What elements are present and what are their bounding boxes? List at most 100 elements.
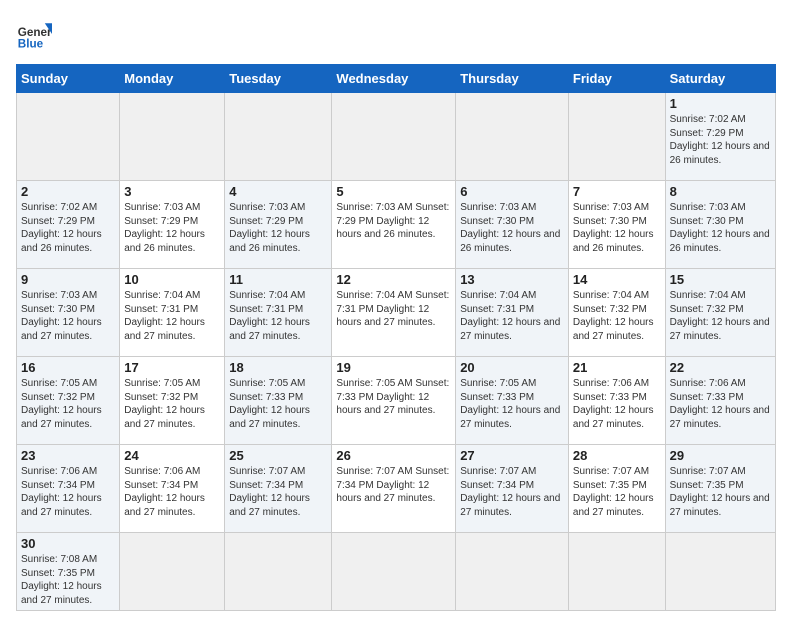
calendar-cell: 2Sunrise: 7:02 AM Sunset: 7:29 PM Daylig…	[17, 181, 120, 269]
day-info: Sunrise: 7:03 AM Sunset: 7:29 PM Dayligh…	[124, 201, 220, 255]
calendar-cell	[456, 93, 569, 181]
day-info: Sunrise: 7:05 AM Sunset: 7:33 PM Dayligh…	[229, 377, 327, 431]
day-info: Sunrise: 7:07 AM Sunset: 7:35 PM Dayligh…	[573, 465, 661, 519]
calendar-cell: 28 Sunrise: 7:07 AM Sunset: 7:35 PM Dayli…	[568, 445, 665, 533]
logo-icon: General Blue	[16, 16, 52, 52]
day-number: 1	[670, 96, 771, 111]
day-info: Sunrise: 7:04 AM Sunset: 7:31 PM Dayligh…	[336, 289, 451, 330]
calendar-cell: 26 Sunrise: 7:07 AM Sunset: 7:34 PM Dayli…	[332, 445, 456, 533]
column-header-saturday: Saturday	[665, 65, 775, 93]
day-info: Sunrise: 7:07 AM Sunset: 7:34 PM Dayligh…	[460, 465, 564, 519]
day-number: 12	[336, 272, 451, 287]
svg-text:Blue: Blue	[18, 38, 44, 51]
day-number: 25	[229, 448, 327, 463]
calendar-cell: 27 Sunrise: 7:07 AM Sunset: 7:34 PM Dayli…	[456, 445, 569, 533]
column-header-tuesday: Tuesday	[225, 65, 332, 93]
calendar-cell: 9 Sunrise: 7:03 AM Sunset: 7:30 PM Daylig…	[17, 269, 120, 357]
day-info: Sunrise: 7:02 AM Sunset: 7:29 PM Dayligh…	[670, 113, 771, 167]
calendar-cell: 14 Sunrise: 7:04 AM Sunset: 7:32 PM Dayli…	[568, 269, 665, 357]
calendar-cell: 25 Sunrise: 7:07 AM Sunset: 7:34 PM Dayli…	[225, 445, 332, 533]
calendar-cell	[225, 93, 332, 181]
calendar-cell: 13 Sunrise: 7:04 AM Sunset: 7:31 PM Dayli…	[456, 269, 569, 357]
calendar-cell: 16 Sunrise: 7:05 AM Sunset: 7:32 PM Dayli…	[17, 357, 120, 445]
calendar-cell	[568, 93, 665, 181]
day-number: 17	[124, 360, 220, 375]
calendar-cell	[120, 93, 225, 181]
day-info: Sunrise: 7:03 AM Sunset: 7:30 PM Dayligh…	[21, 289, 115, 343]
day-number: 10	[124, 272, 220, 287]
calendar-cell: 7Sunrise: 7:03 AM Sunset: 7:30 PM Daylig…	[568, 181, 665, 269]
day-number: 27	[460, 448, 564, 463]
day-info: Sunrise: 7:02 AM Sunset: 7:29 PM Dayligh…	[21, 201, 115, 255]
day-info: Sunrise: 7:06 AM Sunset: 7:34 PM Dayligh…	[124, 465, 220, 519]
day-number: 13	[460, 272, 564, 287]
calendar-cell: 19 Sunrise: 7:05 AM Sunset: 7:33 PM Dayli…	[332, 357, 456, 445]
day-number: 4	[229, 184, 327, 199]
day-number: 5	[336, 184, 451, 199]
day-number: 11	[229, 272, 327, 287]
day-info: Sunrise: 7:06 AM Sunset: 7:33 PM Dayligh…	[573, 377, 661, 431]
day-number: 8	[670, 184, 771, 199]
calendar-header-row: SundayMondayTuesdayWednesdayThursdayFrid…	[17, 65, 776, 93]
day-number: 3	[124, 184, 220, 199]
day-number: 19	[336, 360, 451, 375]
day-info: Sunrise: 7:04 AM Sunset: 7:32 PM Dayligh…	[670, 289, 771, 343]
calendar-cell: 29 Sunrise: 7:07 AM Sunset: 7:35 PM Dayli…	[665, 445, 775, 533]
day-number: 28	[573, 448, 661, 463]
day-number: 21	[573, 360, 661, 375]
column-header-monday: Monday	[120, 65, 225, 93]
calendar-cell: 10Sunrise: 7:04 AM Sunset: 7:31 PM Dayli…	[120, 269, 225, 357]
day-info: Sunrise: 7:06 AM Sunset: 7:34 PM Dayligh…	[21, 465, 115, 519]
day-number: 16	[21, 360, 115, 375]
calendar-cell	[225, 533, 332, 611]
calendar-cell: 1 Sunrise: 7:02 AM Sunset: 7:29 PM Daylig…	[665, 93, 775, 181]
day-info: Sunrise: 7:03 AM Sunset: 7:30 PM Dayligh…	[670, 201, 771, 255]
calendar-cell	[456, 533, 569, 611]
calendar-cell	[17, 93, 120, 181]
day-info: Sunrise: 7:08 AM Sunset: 7:35 PM Dayligh…	[21, 553, 115, 607]
column-header-friday: Friday	[568, 65, 665, 93]
calendar-cell: 15 Sunrise: 7:04 AM Sunset: 7:32 PM Dayli…	[665, 269, 775, 357]
day-info: Sunrise: 7:05 AM Sunset: 7:33 PM Dayligh…	[460, 377, 564, 431]
day-info: Sunrise: 7:04 AM Sunset: 7:32 PM Dayligh…	[573, 289, 661, 343]
calendar-cell: 22Sunrise: 7:06 AM Sunset: 7:33 PM Dayli…	[665, 357, 775, 445]
calendar-cell: 21 Sunrise: 7:06 AM Sunset: 7:33 PM Dayli…	[568, 357, 665, 445]
day-info: Sunrise: 7:06 AM Sunset: 7:33 PM Dayligh…	[670, 377, 771, 431]
calendar-body: 1 Sunrise: 7:02 AM Sunset: 7:29 PM Daylig…	[17, 93, 776, 611]
day-info: Sunrise: 7:03 AM Sunset: 7:29 PM Dayligh…	[336, 201, 451, 242]
day-info: Sunrise: 7:07 AM Sunset: 7:34 PM Dayligh…	[336, 465, 451, 506]
calendar-header: General Blue	[16, 16, 776, 52]
day-info: Sunrise: 7:07 AM Sunset: 7:34 PM Dayligh…	[229, 465, 327, 519]
calendar-cell: 20 Sunrise: 7:05 AM Sunset: 7:33 PM Dayli…	[456, 357, 569, 445]
day-number: 23	[21, 448, 115, 463]
day-number: 24	[124, 448, 220, 463]
day-info: Sunrise: 7:05 AM Sunset: 7:32 PM Dayligh…	[21, 377, 115, 431]
calendar-cell	[568, 533, 665, 611]
calendar-cell	[665, 533, 775, 611]
column-header-sunday: Sunday	[17, 65, 120, 93]
day-info: Sunrise: 7:03 AM Sunset: 7:29 PM Dayligh…	[229, 201, 327, 255]
day-number: 29	[670, 448, 771, 463]
calendar-cell: 5 Sunrise: 7:03 AM Sunset: 7:29 PM Daylig…	[332, 181, 456, 269]
calendar-cell	[332, 93, 456, 181]
day-number: 9	[21, 272, 115, 287]
calendar-table: SundayMondayTuesdayWednesdayThursdayFrid…	[16, 64, 776, 611]
logo: General Blue	[16, 16, 52, 52]
day-info: Sunrise: 7:05 AM Sunset: 7:33 PM Dayligh…	[336, 377, 451, 418]
day-info: Sunrise: 7:07 AM Sunset: 7:35 PM Dayligh…	[670, 465, 771, 519]
day-number: 30	[21, 536, 115, 551]
calendar-cell	[332, 533, 456, 611]
day-info: Sunrise: 7:03 AM Sunset: 7:30 PM Dayligh…	[573, 201, 661, 255]
day-number: 18	[229, 360, 327, 375]
calendar-cell: 17 Sunrise: 7:05 AM Sunset: 7:32 PM Dayli…	[120, 357, 225, 445]
column-header-thursday: Thursday	[456, 65, 569, 93]
calendar-cell: 12 Sunrise: 7:04 AM Sunset: 7:31 PM Dayli…	[332, 269, 456, 357]
day-number: 15	[670, 272, 771, 287]
day-number: 26	[336, 448, 451, 463]
day-info: Sunrise: 7:05 AM Sunset: 7:32 PM Dayligh…	[124, 377, 220, 431]
calendar-cell: 23 Sunrise: 7:06 AM Sunset: 7:34 PM Dayli…	[17, 445, 120, 533]
day-number: 20	[460, 360, 564, 375]
day-number: 14	[573, 272, 661, 287]
calendar-cell: 6Sunrise: 7:03 AM Sunset: 7:30 PM Daylig…	[456, 181, 569, 269]
day-info: Sunrise: 7:04 AM Sunset: 7:31 PM Dayligh…	[460, 289, 564, 343]
